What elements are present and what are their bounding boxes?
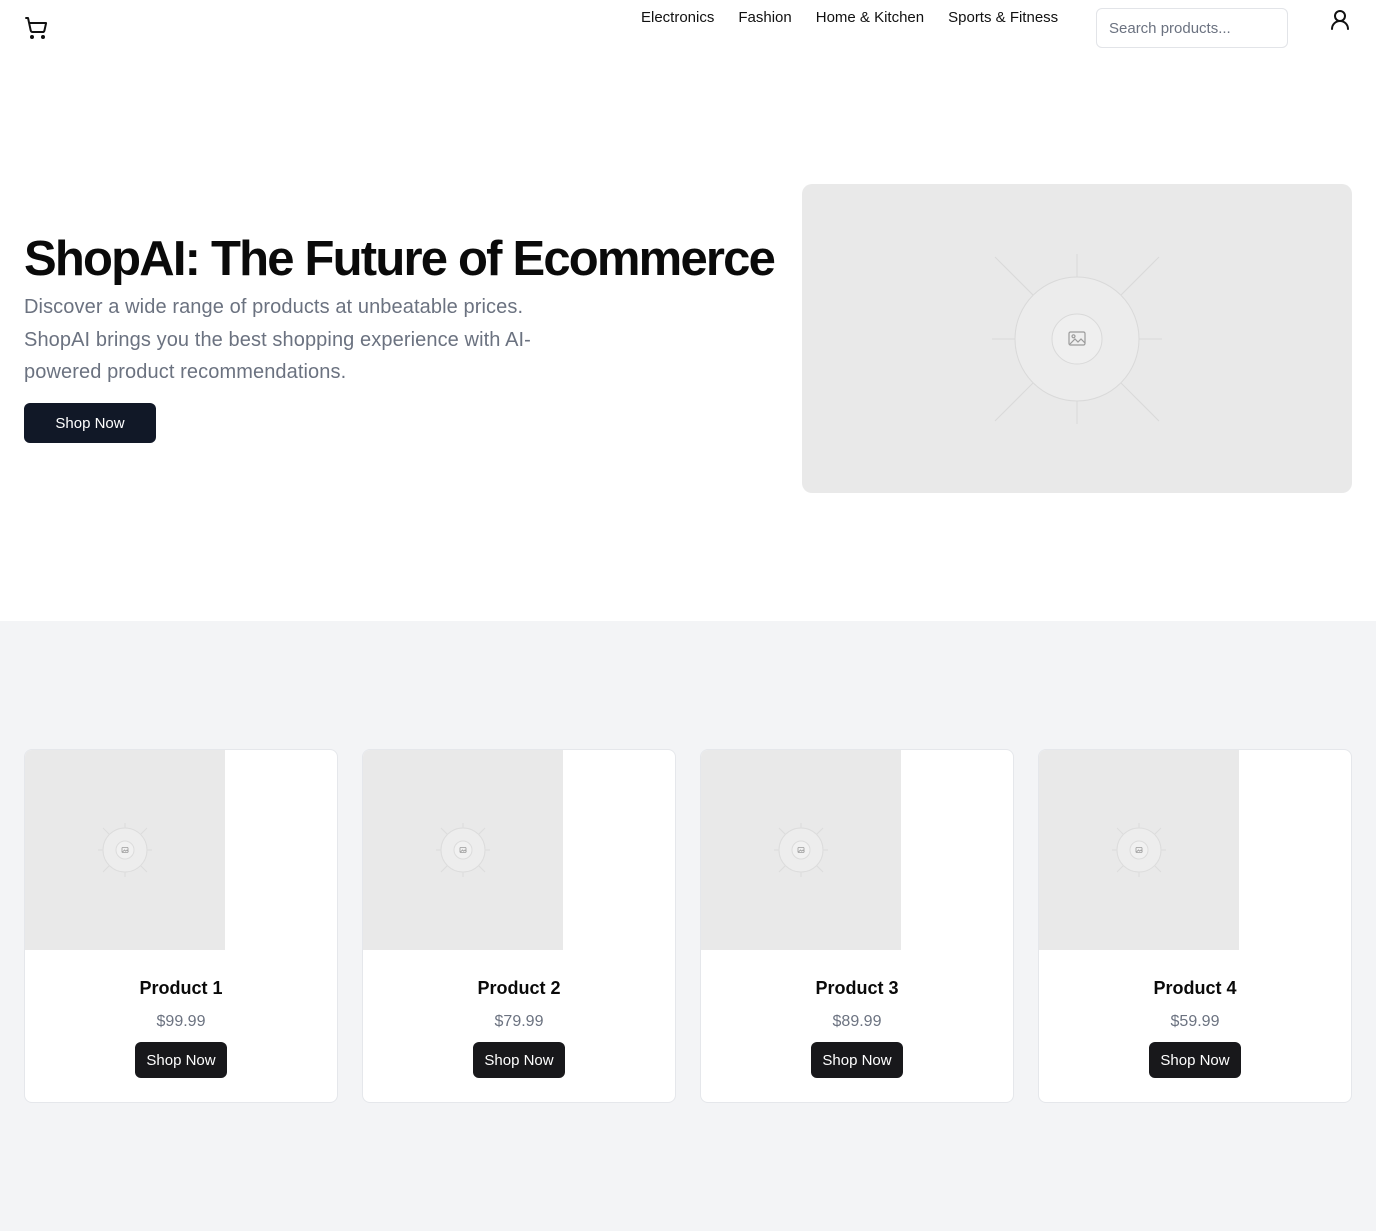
product-name: Product 2 <box>477 978 561 998</box>
search-input[interactable] <box>1096 8 1288 48</box>
user-icon[interactable] <box>1328 8 1352 32</box>
product-card: Product 2 $79.99 Shop Now <box>362 749 676 1103</box>
product-name: Product 4 <box>1153 978 1237 998</box>
product-price: $79.99 <box>494 1013 544 1030</box>
main-nav: Electronics Fashion Home & Kitchen Sport… <box>641 9 1058 27</box>
image-placeholder-icon <box>774 823 828 877</box>
product-name: Product 1 <box>139 978 223 998</box>
image-placeholder-icon <box>436 823 490 877</box>
hero-shop-now-button[interactable]: Shop Now <box>24 403 156 443</box>
shopping-cart-icon[interactable] <box>24 16 48 40</box>
product-image-placeholder <box>363 750 563 950</box>
image-placeholder-icon <box>1112 823 1166 877</box>
product-shop-now-button[interactable]: Shop Now <box>135 1042 227 1078</box>
image-placeholder-icon <box>992 254 1162 424</box>
product-card: Product 4 $59.99 Shop Now <box>1038 749 1352 1103</box>
product-price: $59.99 <box>1170 1013 1220 1030</box>
product-shop-now-button[interactable]: Shop Now <box>811 1042 903 1078</box>
hero-description: Discover a wide range of products at unb… <box>24 296 531 383</box>
nav-link-sports-fitness[interactable]: Sports & Fitness <box>948 9 1058 27</box>
product-name: Product 3 <box>815 978 899 998</box>
product-card: Product 3 $89.99 Shop Now <box>700 749 1014 1103</box>
nav-link-home-kitchen[interactable]: Home & Kitchen <box>816 9 924 27</box>
product-shop-now-button[interactable]: Shop Now <box>1149 1042 1241 1078</box>
product-image-placeholder <box>701 750 901 950</box>
hero-title: ShopAI: The Future of Ecommerce <box>24 232 776 286</box>
products-section: Product 1 $99.99 Shop Now Product 2 $79.… <box>0 621 1376 1231</box>
nav-link-fashion[interactable]: Fashion <box>738 9 791 27</box>
product-price: $99.99 <box>156 1013 206 1030</box>
product-image-placeholder <box>25 750 225 950</box>
image-placeholder-icon <box>98 823 152 877</box>
nav-link-electronics[interactable]: Electronics <box>641 9 714 27</box>
product-price: $89.99 <box>832 1013 882 1030</box>
product-image-placeholder <box>1039 750 1239 950</box>
hero-image-placeholder <box>802 184 1352 493</box>
product-card: Product 1 $99.99 Shop Now <box>24 749 338 1103</box>
site-header: Electronics Fashion Home & Kitchen Sport… <box>0 0 1376 60</box>
product-shop-now-button[interactable]: Shop Now <box>473 1042 565 1078</box>
